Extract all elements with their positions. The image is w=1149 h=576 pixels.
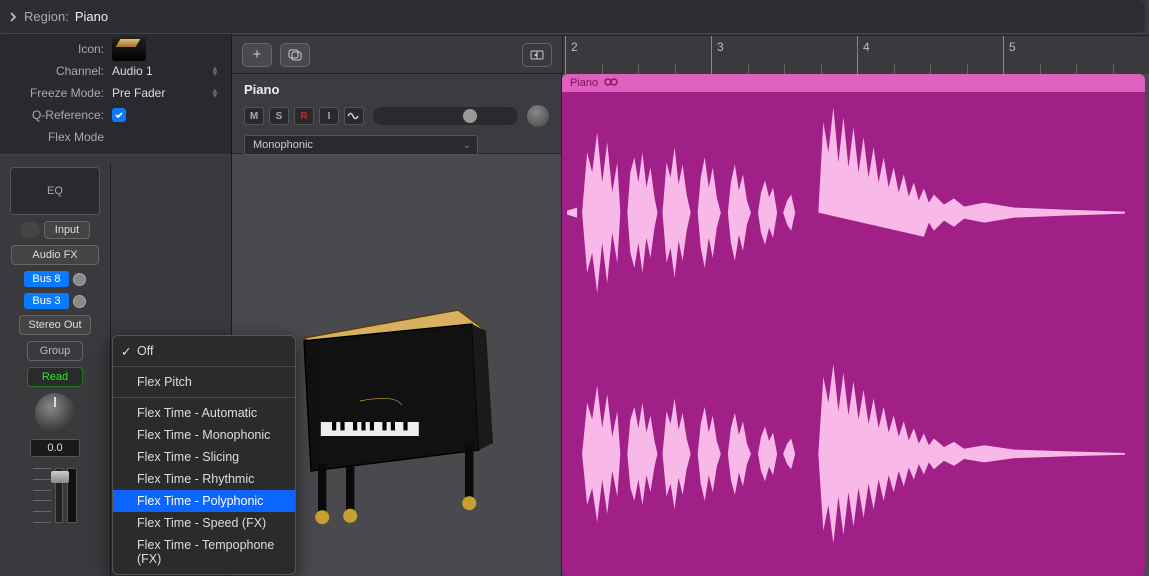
piano-illustration <box>262 254 542 534</box>
track-icon-thumbnail[interactable] <box>112 37 146 61</box>
icon-label: Icon: <box>2 42 112 56</box>
freeze-mode-label: Freeze Mode: <box>2 86 112 100</box>
menu-item-off[interactable]: Off <box>113 340 295 362</box>
menu-separator <box>113 366 295 367</box>
freeze-mode-dropdown[interactable]: Pre Fader▲▼ <box>112 86 221 100</box>
send-knob[interactable] <box>73 273 86 286</box>
fader-scale <box>33 468 51 523</box>
chevron-right-icon <box>8 12 18 22</box>
menu-item-flex-monophonic[interactable]: Flex Time - Monophonic <box>113 424 295 446</box>
flex-mode-menu: Off Flex Pitch Flex Time - Automatic Fle… <box>112 335 296 575</box>
flex-mode-dropdown[interactable]: Monophonic <box>244 135 478 155</box>
send-knob[interactable] <box>73 295 86 308</box>
add-track-button[interactable]: + <box>242 43 272 67</box>
mute-button[interactable]: M <box>244 107 264 125</box>
audio-region[interactable]: Piano <box>562 74 1145 576</box>
input-button[interactable]: Input <box>44 221 90 239</box>
menu-separator <box>113 397 295 398</box>
flex-mode-label: Flex Mode <box>2 130 112 144</box>
region-label: Region: <box>24 9 69 24</box>
q-reference-label: Q-Reference: <box>2 108 112 122</box>
region-name: Piano <box>75 9 108 24</box>
bus3-send[interactable]: Bus 3 <box>24 293 68 309</box>
flex-enable-button[interactable] <box>344 107 364 125</box>
track-header-row[interactable]: Piano M S R I Monophonic <box>232 74 561 154</box>
channel-dropdown[interactable]: Audio 1▲▼ <box>112 64 221 78</box>
volume-slider[interactable] <box>373 107 518 125</box>
menu-item-flex-tempophone[interactable]: Flex Time - Tempophone (FX) <box>113 534 295 570</box>
automation-read-button[interactable]: Read <box>27 367 83 387</box>
track-name[interactable]: Piano <box>244 82 549 97</box>
input-monitor-button[interactable]: I <box>319 107 339 125</box>
duplicate-track-button[interactable] <box>280 43 310 67</box>
menu-item-flex-rhythmic[interactable]: Flex Time - Rhythmic <box>113 468 295 490</box>
waveform-display <box>562 92 1145 564</box>
eq-thumbnail[interactable]: EQ <box>10 167 100 215</box>
audio-fx-button[interactable]: Audio FX <box>11 245 99 265</box>
solo-button[interactable]: S <box>269 107 289 125</box>
channel-label: Channel: <box>2 64 112 78</box>
catch-playhead-button[interactable] <box>522 43 552 67</box>
volume-fader[interactable] <box>55 468 63 523</box>
q-reference-checkbox[interactable] <box>112 108 126 122</box>
pan-value[interactable]: 0.0 <box>30 439 80 457</box>
link-icon[interactable] <box>20 222 40 238</box>
region-header[interactable]: Region: Piano <box>0 0 1145 34</box>
output-button[interactable]: Stereo Out <box>19 315 90 335</box>
menu-item-flex-automatic[interactable]: Flex Time - Automatic <box>113 402 295 424</box>
bus8-send[interactable]: Bus 8 <box>24 271 68 287</box>
bar-ruler[interactable]: 2 3 4 5 <box>562 36 1149 74</box>
menu-item-flex-pitch[interactable]: Flex Pitch <box>113 371 295 393</box>
menu-item-flex-polyphonic[interactable]: Flex Time - Polyphonic <box>113 490 295 512</box>
record-enable-button[interactable]: R <box>294 107 314 125</box>
loop-icon <box>604 77 618 90</box>
pan-knob[interactable] <box>527 105 549 127</box>
pan-knob[interactable] <box>35 393 75 433</box>
region-name-label: Piano <box>570 77 598 89</box>
group-button[interactable]: Group <box>27 341 84 361</box>
menu-item-flex-speed[interactable]: Flex Time - Speed (FX) <box>113 512 295 534</box>
menu-item-flex-slicing[interactable]: Flex Time - Slicing <box>113 446 295 468</box>
